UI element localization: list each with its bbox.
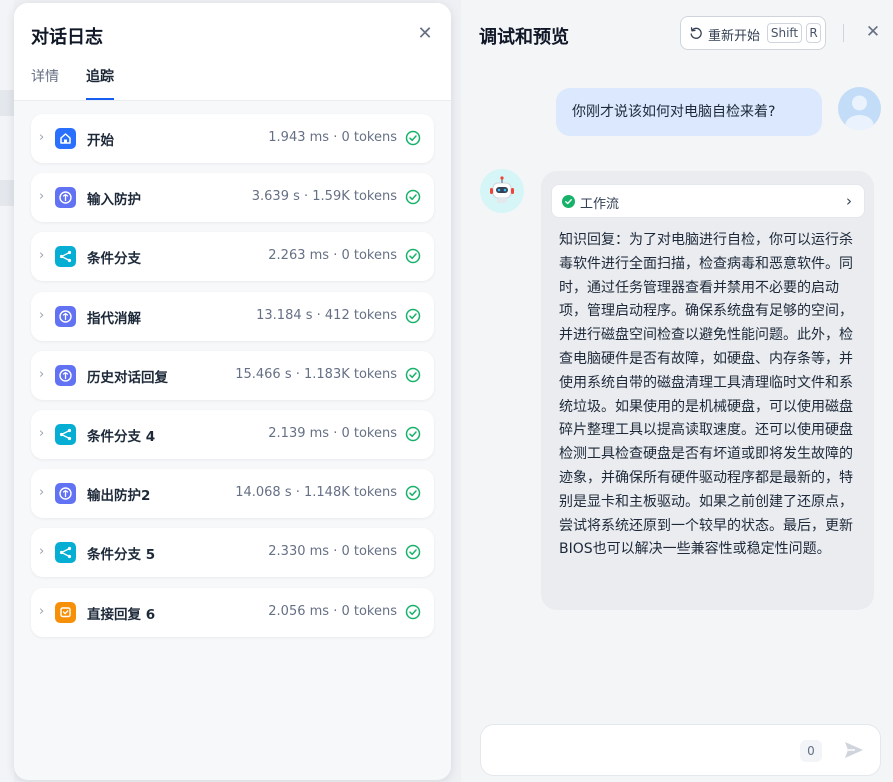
chevron-right-icon: ›: [846, 192, 852, 210]
shield-icon: [55, 364, 76, 386]
bot-avatar: [480, 169, 524, 213]
trace-step[interactable]: › 开始 1.943 ms · 0 tokens: [31, 114, 434, 163]
chevron-right-icon[interactable]: ›: [39, 604, 53, 620]
shortcut-key-r: R: [806, 23, 821, 43]
step-metrics: 15.466 s · 1.183K tokens: [235, 366, 397, 382]
reply-icon: [55, 601, 76, 623]
trace-step[interactable]: › 直接回复 6 2.056 ms · 0 tokens: [31, 587, 434, 637]
log-header: 对话日志 ✕ 详情 追踪: [14, 3, 451, 101]
trace-step-list: › 开始 1.943 ms · 0 tokens › 输入防护 3.639 s …: [31, 114, 434, 647]
shield-icon: [55, 483, 76, 505]
trace-step[interactable]: › 输入防护 3.639 s · 1.59K tokens: [31, 173, 434, 223]
step-metrics: 3.639 s · 1.59K tokens: [251, 189, 397, 205]
debug-preview-panel: 调试和预览 重新开始 Shift R ✕ 你刚才说该如何对电脑自检来着? 工作流…: [461, 0, 893, 782]
chevron-right-icon[interactable]: ›: [39, 308, 53, 324]
check-circle-icon: [405, 130, 421, 146]
step-metrics: 14.068 s · 1.148K tokens: [235, 485, 397, 501]
trace-step[interactable]: › 条件分支 2.263 ms · 0 tokens: [31, 232, 434, 282]
check-circle-icon: [405, 426, 421, 442]
step-name: 开始: [87, 133, 114, 149]
branch-icon: [55, 542, 76, 564]
shield-icon: [55, 187, 76, 209]
step-metrics: 2.056 ms · 0 tokens: [268, 603, 397, 619]
char-count: 0: [800, 740, 822, 762]
shortcut-key-shift: Shift: [767, 23, 802, 43]
chevron-right-icon[interactable]: ›: [39, 189, 53, 205]
user-message: 你刚才说该如何对电脑自检来着?: [556, 88, 822, 136]
workflow-status-chip[interactable]: 工作流 ›: [551, 184, 865, 218]
check-circle-icon: [405, 308, 421, 323]
chevron-right-icon[interactable]: ›: [39, 248, 53, 264]
step-metrics: 2.139 ms · 0 tokens: [268, 425, 397, 441]
background-item: [0, 90, 14, 116]
trace-step[interactable]: › 输出防护2 14.068 s · 1.148K tokens: [31, 469, 434, 519]
branch-icon: [55, 246, 76, 268]
step-metrics: 13.184 s · 412 tokens: [256, 307, 397, 323]
home-icon: [55, 128, 76, 149]
refresh-icon: [690, 27, 702, 39]
tab-detail[interactable]: 详情: [31, 66, 59, 86]
check-circle-icon: [405, 485, 421, 501]
trace-step[interactable]: › 指代消解 13.184 s · 412 tokens: [31, 291, 434, 341]
close-icon[interactable]: ✕: [414, 23, 436, 45]
close-icon[interactable]: ✕: [863, 22, 883, 42]
preview-title: 调试和预览: [479, 27, 569, 48]
chevron-right-icon[interactable]: ›: [39, 367, 53, 383]
chat-input-box: 0: [480, 724, 881, 776]
bot-message: 工作流 › 知识回复：为了对电脑进行自检，你可以运行杀毒软件进行全面扫描，检查病…: [541, 171, 874, 610]
restart-label: 重新开始: [708, 29, 761, 44]
step-name: 直接回复 6: [87, 606, 156, 623]
chevron-right-icon[interactable]: ›: [39, 485, 53, 501]
active-tab-indicator: [86, 98, 114, 100]
step-metrics: 2.263 ms · 0 tokens: [268, 248, 397, 264]
check-circle-icon: [405, 249, 421, 264]
step-name: 条件分支: [87, 251, 141, 268]
shield-icon: [55, 305, 76, 327]
check-circle-icon: [405, 604, 421, 619]
restart-button[interactable]: 重新开始 Shift R: [680, 16, 826, 50]
trace-step[interactable]: › 条件分支 5 2.330 ms · 0 tokens: [31, 528, 434, 578]
check-circle-icon: [405, 367, 421, 382]
check-circle-icon: [562, 195, 575, 208]
divider: [843, 24, 844, 42]
user-avatar: [838, 87, 881, 130]
workflow-label: 工作流: [580, 197, 620, 212]
step-name: 条件分支 5: [87, 547, 156, 564]
step-name: 历史对话回复: [87, 369, 168, 386]
chevron-right-icon[interactable]: ›: [39, 130, 53, 146]
background-item: [0, 180, 14, 206]
step-metrics: 1.943 ms · 0 tokens: [268, 130, 397, 145]
check-circle-icon: [405, 189, 421, 205]
chevron-right-icon[interactable]: ›: [39, 426, 53, 442]
trace-step[interactable]: › 条件分支 4 2.139 ms · 0 tokens: [31, 409, 434, 459]
background-page-edge: [0, 0, 14, 782]
log-title: 对话日志: [31, 27, 103, 48]
send-icon[interactable]: [842, 738, 866, 762]
conversation-log-panel: 对话日志 ✕ 详情 追踪 › 开始 1.943 ms · 0 tokens › …: [14, 3, 451, 780]
check-circle-icon: [405, 545, 421, 560]
step-name: 条件分支 4: [87, 428, 156, 445]
chat-input[interactable]: [495, 737, 795, 763]
branch-icon: [55, 423, 76, 445]
step-name: 输入防护: [87, 192, 141, 209]
step-metrics: 2.330 ms · 0 tokens: [268, 544, 397, 560]
bot-answer-text: 知识回复：为了对电脑进行自检，你可以运行杀毒软件进行全面扫描，检查病毒和恶意软件…: [559, 232, 853, 558]
step-name: 输出防护2: [87, 488, 151, 505]
tab-trace[interactable]: 追踪: [86, 66, 114, 86]
step-name: 指代消解: [87, 310, 141, 327]
chevron-right-icon[interactable]: ›: [39, 544, 53, 560]
trace-step[interactable]: › 历史对话回复 15.466 s · 1.183K tokens: [31, 350, 434, 400]
